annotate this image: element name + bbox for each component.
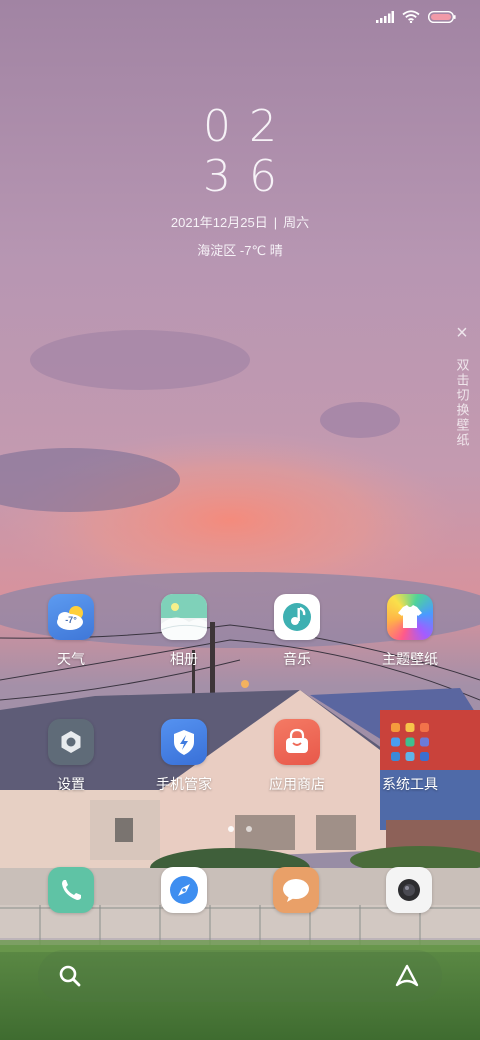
search-icon[interactable] bbox=[58, 964, 82, 988]
app-store-icon bbox=[274, 719, 320, 765]
date-line: 2021年12月25日 | 周六 bbox=[170, 215, 310, 230]
page-dot-active[interactable] bbox=[228, 826, 234, 832]
location-text: 海淀区 bbox=[197, 243, 237, 258]
weekday-text: 周六 bbox=[283, 215, 310, 230]
messages-icon bbox=[283, 879, 309, 902]
themes-icon bbox=[387, 594, 433, 640]
app-themes[interactable]: 主题壁纸 bbox=[354, 594, 466, 668]
clock-widget[interactable]: 02 36 2021年12月25日 | 周六 海淀区 -7℃ 晴 bbox=[0, 102, 480, 262]
security-icon bbox=[161, 719, 207, 765]
phone-icon bbox=[62, 880, 81, 900]
dock-phone-icon[interactable] bbox=[48, 867, 94, 913]
close-icon[interactable]: × bbox=[452, 322, 472, 344]
dock-messages-icon[interactable] bbox=[273, 867, 319, 913]
settings-icon bbox=[48, 719, 94, 765]
app-security[interactable]: 手机管家 bbox=[128, 719, 240, 793]
app-label: 主题壁纸 bbox=[382, 651, 438, 667]
weather-badge-text: -7° bbox=[65, 615, 77, 625]
gallery-icon bbox=[161, 594, 207, 640]
app-settings[interactable]: 设置 bbox=[15, 719, 127, 793]
date-text: 2021年12月25日 bbox=[170, 215, 268, 230]
app-label: 系统工具 bbox=[382, 776, 438, 792]
wallpaper-switch-hint: × 双击切换壁纸 bbox=[452, 322, 472, 448]
music-icon bbox=[274, 594, 320, 640]
app-store[interactable]: 应用商店 bbox=[241, 719, 353, 793]
app-weather[interactable]: -7° 天气 bbox=[15, 594, 127, 668]
bottom-bar bbox=[38, 950, 442, 1002]
status-bar bbox=[376, 10, 456, 23]
app-label: 应用商店 bbox=[269, 776, 325, 792]
clock-hours: 02 bbox=[203, 101, 295, 152]
dock-browser-icon[interactable] bbox=[161, 867, 207, 913]
dock-camera-icon[interactable] bbox=[386, 867, 432, 913]
system-tools-folder-icon bbox=[387, 719, 433, 765]
app-label: 设置 bbox=[57, 776, 85, 792]
battery-icon bbox=[428, 10, 456, 23]
page-indicator bbox=[0, 826, 480, 832]
app-music[interactable]: 音乐 bbox=[241, 594, 353, 668]
clock-minutes: 36 bbox=[203, 151, 295, 202]
weather-condition-text: 晴 bbox=[269, 243, 283, 258]
weather-line: 海淀区 -7℃ 晴 bbox=[0, 240, 480, 262]
assistant-icon[interactable] bbox=[394, 964, 420, 988]
wifi-icon bbox=[402, 10, 420, 23]
app-label: 天气 bbox=[57, 651, 85, 667]
signal-icon bbox=[376, 10, 394, 23]
temperature-text: -7℃ bbox=[239, 243, 267, 258]
app-label: 相册 bbox=[170, 651, 198, 667]
double-tap-hint-text: 双击切换壁纸 bbox=[454, 358, 470, 448]
app-gallery[interactable]: 相册 bbox=[128, 594, 240, 668]
camera-icon bbox=[398, 879, 420, 901]
page-dot[interactable] bbox=[246, 826, 252, 832]
folder-system-tools[interactable]: 系统工具 bbox=[354, 719, 466, 793]
browser-icon bbox=[170, 876, 198, 904]
app-label: 音乐 bbox=[283, 651, 311, 667]
weather-icon: -7° bbox=[48, 594, 94, 640]
app-label: 手机管家 bbox=[156, 776, 212, 792]
